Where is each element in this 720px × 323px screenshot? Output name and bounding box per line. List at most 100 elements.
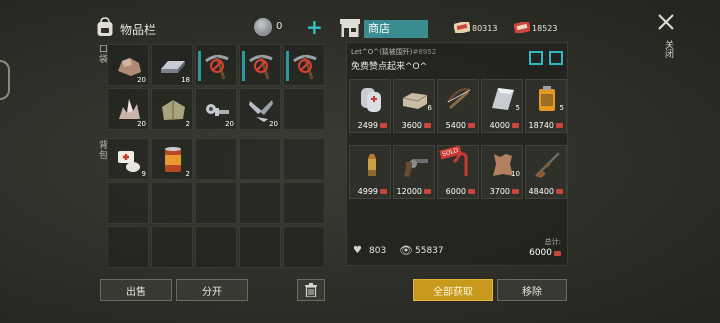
- get-all-button[interactable]: 全部获取: [413, 279, 493, 301]
- item-quantity: 20: [269, 120, 278, 128]
- edit-icon[interactable]: [529, 51, 543, 65]
- add-coins-button[interactable]: +: [306, 15, 323, 39]
- item-price: 48400: [529, 187, 563, 196]
- item-quantity: 6: [427, 104, 432, 112]
- shop-item[interactable]: 10 3700: [481, 145, 523, 199]
- coin-count: 0: [276, 21, 283, 32]
- backpack-icon: [97, 17, 113, 36]
- shop-header: 商店 80313 18523: [340, 18, 570, 40]
- shop-item[interactable]: SOLD 6000: [437, 145, 479, 199]
- coin-icon: [254, 18, 272, 36]
- tab-shop[interactable]: 商店: [364, 20, 428, 38]
- shop-item[interactable]: 12000: [393, 145, 435, 199]
- like-count: 803: [369, 246, 387, 256]
- coupon-mini-icon: [468, 123, 475, 128]
- inventory-slot[interactable]: [283, 138, 325, 180]
- inventory-slot[interactable]: 18: [151, 44, 193, 86]
- shop-item[interactable]: 2499: [349, 79, 391, 133]
- sell-button[interactable]: 出售: [100, 279, 172, 301]
- crossbow-icon: [444, 84, 474, 114]
- shop-stats: ♥ 803 👁 55837 总计: 6000: [351, 238, 565, 263]
- coupon-mini-icon: [512, 123, 519, 128]
- bandage-icon: [114, 145, 144, 175]
- split-button[interactable]: 分开: [176, 279, 248, 301]
- inventory-slot[interactable]: [195, 138, 237, 180]
- inventory-slot[interactable]: 20: [195, 88, 237, 130]
- item-price-value: 4000: [489, 121, 510, 130]
- game-screen: 物品栏 0 + 口袋 背包 20 18 20 2 20 20 92 出售 分开 商店: [0, 0, 720, 323]
- inventory-slot[interactable]: [195, 182, 237, 224]
- shop-grid-row-1: 2499 6 3600 5400 5 4000 5 18740: [349, 79, 567, 133]
- coupon-mini-icon: [556, 189, 563, 194]
- metal-sheet-icon: [488, 84, 518, 114]
- item-quantity: 20: [137, 76, 146, 84]
- item-price-value: 3600: [401, 121, 422, 130]
- inventory-slot[interactable]: [151, 226, 193, 268]
- item-quantity: 20: [225, 120, 234, 128]
- total-label: 总计:: [544, 238, 561, 246]
- inventory-slot[interactable]: [239, 182, 281, 224]
- inventory-slot[interactable]: 9: [107, 138, 149, 180]
- inventory-slot[interactable]: 20: [107, 88, 149, 130]
- cloth-bundle-icon: [158, 95, 188, 125]
- item-price-value: 2499: [357, 121, 378, 130]
- coupon-mini-icon: [468, 189, 475, 194]
- coupon-mini-icon: [556, 123, 563, 128]
- item-quantity: 18: [181, 76, 190, 84]
- shop-grid-row-2: 4999 12000 SOLD 6000 10 3700 48400: [349, 145, 567, 199]
- coupon-mini-icon: [380, 189, 387, 194]
- no-entry-icon: [254, 59, 268, 73]
- inventory-slot[interactable]: [239, 138, 281, 180]
- inventory-slot[interactable]: [151, 182, 193, 224]
- inventory-slot[interactable]: [195, 226, 237, 268]
- remove-button[interactable]: 移除: [497, 279, 567, 301]
- shop-item[interactable]: 5 18740: [525, 79, 567, 133]
- no-entry-icon: [210, 59, 224, 73]
- inventory-slot[interactable]: [107, 182, 149, 224]
- ticket-balance: 80313: [472, 24, 498, 33]
- inventory-header: 物品栏 0 +: [96, 15, 330, 40]
- item-quantity: 2: [185, 120, 190, 128]
- inventory-slot[interactable]: [283, 44, 325, 86]
- settings-icon[interactable]: [549, 51, 563, 65]
- canned-food-icon: [158, 145, 188, 175]
- heart-icon[interactable]: ♥: [353, 245, 362, 256]
- inventory-slot[interactable]: 2: [151, 88, 193, 130]
- ticket-currency-icon: [454, 22, 470, 33]
- item-price-value: 3700: [489, 187, 510, 196]
- side-drawer-handle[interactable]: [0, 60, 10, 100]
- shop-item[interactable]: 48400: [525, 145, 567, 199]
- item-price-value: 4999: [357, 187, 378, 196]
- inventory-slot[interactable]: 2: [151, 138, 193, 180]
- item-price: 4999: [358, 187, 387, 196]
- inventory-slot[interactable]: [107, 226, 149, 268]
- inventory-slot[interactable]: 20: [107, 44, 149, 86]
- view-count: 55837: [415, 246, 444, 256]
- shop-item[interactable]: 5400: [437, 79, 479, 133]
- item-quantity: 5: [559, 104, 564, 112]
- shop-icon: [340, 19, 360, 37]
- shop-item[interactable]: 4999: [349, 145, 391, 199]
- inventory-slot[interactable]: 20: [239, 88, 281, 130]
- inventory-slot[interactable]: [239, 226, 281, 268]
- item-price-value: 6000: [445, 187, 466, 196]
- seller-nickname: Let^O^(猿被围歼): [351, 48, 413, 56]
- inventory-slot[interactable]: [283, 88, 325, 130]
- close-icon[interactable]: [656, 12, 676, 32]
- inventory-slot[interactable]: [283, 182, 325, 224]
- inventory-slot[interactable]: [283, 226, 325, 268]
- inventory-slot[interactable]: [195, 44, 237, 86]
- item-quantity: 2: [185, 170, 190, 178]
- item-price: 4000: [490, 121, 519, 130]
- item-quantity: 5: [515, 104, 520, 112]
- coupon-mini-icon: [512, 189, 519, 194]
- shop-item[interactable]: 5 4000: [481, 79, 523, 133]
- trash-button[interactable]: [297, 279, 325, 301]
- coupon-currency-icon: [514, 22, 530, 33]
- coupon-mini-icon: [424, 123, 431, 128]
- coupon-mini-icon: [554, 250, 561, 256]
- shop-item[interactable]: 6 3600: [393, 79, 435, 133]
- inventory-slot[interactable]: [239, 44, 281, 86]
- close-label: 关闭: [663, 40, 673, 58]
- coupon-balance: 18523: [532, 24, 558, 33]
